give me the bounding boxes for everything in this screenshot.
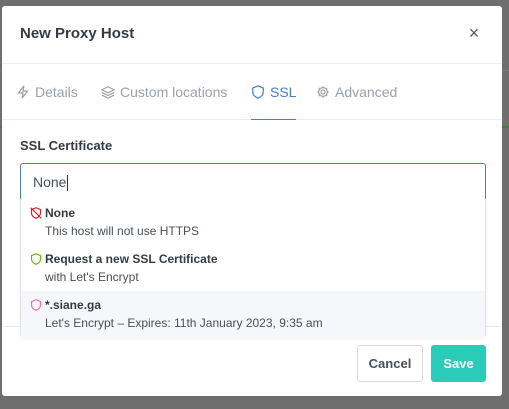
layers-icon (101, 86, 115, 99)
option-title: None (45, 206, 75, 220)
tab-details[interactable]: Details (16, 64, 78, 120)
tab-details-label: Details (35, 84, 78, 100)
option-request-new-certificate[interactable]: Request a new SSL Certificate with Let's… (21, 245, 485, 291)
ssl-certificate-value: None (33, 174, 67, 190)
option-title: Request a new SSL Certificate (45, 252, 218, 266)
tab-advanced[interactable]: Advanced (316, 64, 397, 120)
tab-bar: Details Custom locations SSL Advanced (2, 64, 502, 120)
ssl-certificate-label: SSL Certificate (20, 138, 113, 153)
option-none[interactable]: None This host will not use HTTPS (21, 199, 485, 245)
tab-ssl-label: SSL (270, 83, 297, 100)
shield-icon (252, 84, 264, 99)
option-subtitle: Let's Encrypt – Expires: 11th January 20… (45, 316, 323, 330)
shield-icon (30, 253, 42, 265)
ssl-certificate-dropdown: None This host will not use HTTPS Reques… (20, 199, 486, 337)
close-button[interactable]: × (464, 23, 484, 43)
save-button[interactable]: Save (431, 345, 486, 382)
tab-custom-locations[interactable]: Custom locations (101, 64, 227, 120)
modal-header: New Proxy Host × (2, 6, 502, 64)
new-proxy-host-modal: New Proxy Host × Details Custom location… (2, 6, 502, 396)
ssl-certificate-select[interactable]: None (20, 163, 486, 201)
shield-off-icon (30, 207, 42, 219)
option-siane-ga[interactable]: *.siane.ga Let's Encrypt – Expires: 11th… (21, 291, 485, 337)
gear-icon (317, 86, 329, 98)
option-subtitle: This host will not use HTTPS (45, 224, 200, 238)
option-subtitle: with Let's Encrypt (45, 270, 139, 284)
text-caret (67, 175, 69, 192)
tab-ssl[interactable]: SSL (251, 64, 297, 120)
lightning-icon (17, 85, 29, 99)
tab-custom-locations-label: Custom locations (120, 84, 228, 100)
option-title: *.siane.ga (45, 298, 102, 312)
modal-title: New Proxy Host (20, 25, 135, 42)
shield-icon (30, 299, 42, 311)
cancel-button[interactable]: Cancel (357, 345, 423, 382)
tab-advanced-label: Advanced (335, 84, 398, 100)
